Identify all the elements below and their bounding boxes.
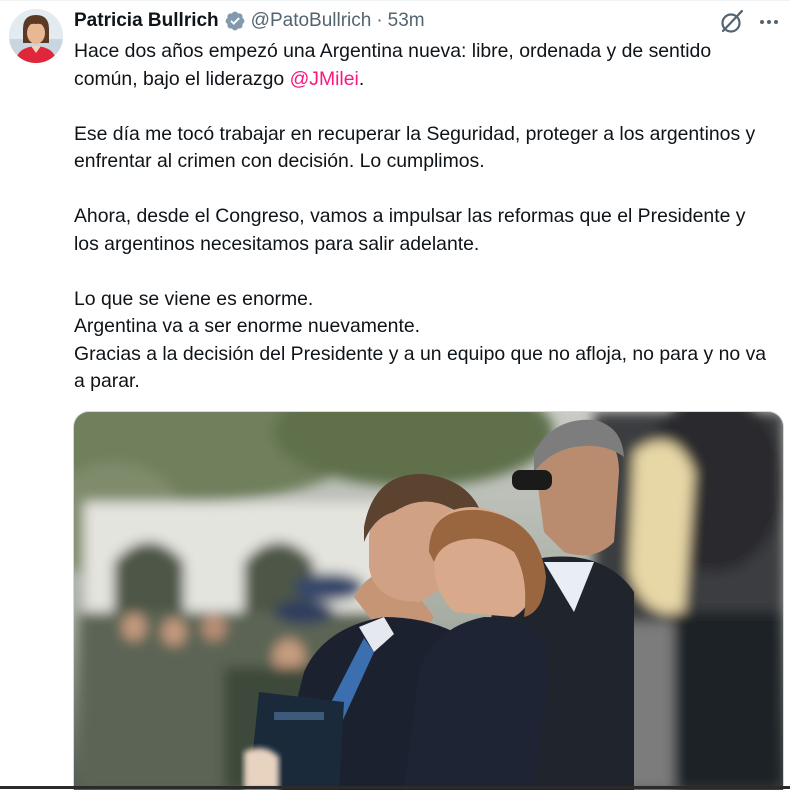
tweet-photo[interactable] [73, 411, 784, 790]
handle[interactable]: @PatoBullrich [251, 10, 372, 32]
display-name[interactable]: Patricia Bullrich [74, 10, 219, 32]
mention-link[interactable]: @JMilei [290, 68, 359, 90]
tweet-paragraph-4-line-2: Argentina va a ser enorme nuevamente. [74, 315, 421, 337]
tweet-text-segment: Hace dos años empezó una Argentina nueva… [74, 40, 712, 90]
grok-icon[interactable] [718, 8, 746, 36]
photo-scene [74, 412, 783, 790]
tweet-paragraph-4-line-3: Gracias a la decisión del Presidente y a… [74, 342, 767, 393]
avatar-image [9, 9, 63, 63]
timestamp[interactable]: 53m [388, 10, 425, 32]
tweet-header: Patricia Bullrich @PatoBullrich · 53m [74, 6, 425, 36]
verified-badge-icon[interactable] [224, 10, 246, 32]
tweet-text: Hace dos años empezó una Argentina nueva… [74, 38, 774, 396]
tweet-paragraph-1: Hace dos años empezó una Argentina nueva… [74, 38, 774, 93]
separator-dot: · [376, 10, 383, 31]
tweet-paragraph-4-line-1: Lo que se viene es enorme. [74, 287, 314, 310]
avatar[interactable] [9, 9, 63, 63]
top-divider [0, 0, 790, 1]
tweet-paragraph-2: Ese día me tocó trabajar en recuperar la… [74, 122, 756, 173]
tweet-paragraph-3: Ahora, desde el Congreso, vamos a impuls… [74, 205, 746, 255]
tweet-text-segment: . [358, 67, 365, 90]
more-options-icon[interactable] [756, 10, 782, 34]
